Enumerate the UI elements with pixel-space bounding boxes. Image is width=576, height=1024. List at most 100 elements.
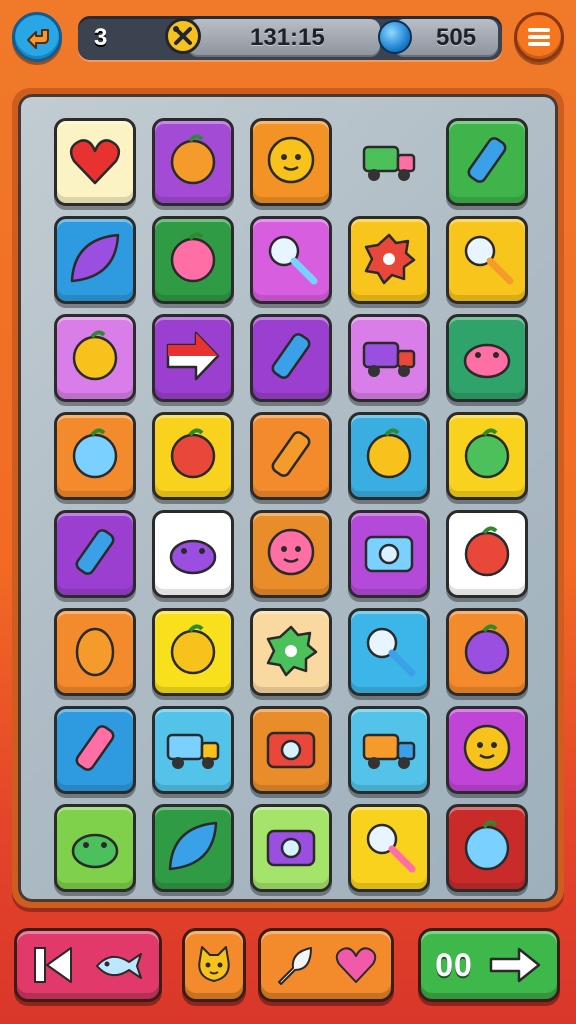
- tile[interactable]: [152, 804, 234, 892]
- powerups-button[interactable]: [258, 928, 394, 1002]
- fish-icon: [96, 953, 142, 979]
- tile[interactable]: [446, 412, 528, 500]
- purple-gear-icon: [260, 619, 322, 686]
- game-board: [18, 94, 558, 902]
- puppy-icon: [64, 815, 126, 882]
- tile[interactable]: [54, 118, 136, 206]
- magnifier-purple-icon: [260, 227, 322, 294]
- cat-face-icon: [198, 946, 230, 982]
- timer-text: 131:15: [250, 24, 325, 51]
- tile[interactable]: [446, 118, 528, 206]
- pink-photo-icon: [260, 717, 322, 784]
- tile[interactable]: [446, 804, 528, 892]
- tile[interactable]: [250, 706, 332, 794]
- tile[interactable]: [54, 608, 136, 696]
- purple-rattle-icon: [456, 227, 518, 294]
- heart-icon: [64, 129, 126, 196]
- green-frog-icon: [162, 521, 224, 588]
- red-arrow-flag-icon: [162, 325, 224, 392]
- tile[interactable]: [446, 314, 528, 402]
- tile[interactable]: [250, 510, 332, 598]
- status-bar: 3 131:15 505: [78, 16, 502, 60]
- board-frame: [12, 88, 564, 908]
- tile[interactable]: [152, 706, 234, 794]
- pink-heart-icon: [335, 947, 377, 983]
- red-apple-icon: [456, 619, 518, 686]
- tile[interactable]: [348, 118, 430, 206]
- yellow-crayon-icon: [456, 129, 518, 196]
- banana-icon: [162, 815, 224, 882]
- tile[interactable]: [54, 412, 136, 500]
- top-hud: 3 131:15 505: [0, 0, 576, 80]
- red-truck-icon: [358, 129, 420, 196]
- tile[interactable]: [152, 216, 234, 304]
- rewind-button[interactable]: [14, 928, 162, 1002]
- camper-van-icon: [358, 325, 420, 392]
- back-arrow-icon: [27, 29, 49, 49]
- tile[interactable]: [152, 510, 234, 598]
- tile[interactable]: [152, 314, 234, 402]
- green-leaf-icon: [64, 227, 126, 294]
- next-label: 00: [435, 946, 473, 983]
- blue-eye-icon: [162, 619, 224, 686]
- tile[interactable]: [54, 804, 136, 892]
- tile[interactable]: [348, 804, 430, 892]
- tile[interactable]: [250, 118, 332, 206]
- tomato-icon: [456, 521, 518, 588]
- yellow-truck-icon: [358, 717, 420, 784]
- tile[interactable]: [250, 804, 332, 892]
- radio-icon: [358, 521, 420, 588]
- yellow-brush-icon: [358, 423, 420, 490]
- hint-button[interactable]: [182, 928, 246, 1002]
- tile[interactable]: [250, 314, 332, 402]
- green-blob-icon: [358, 227, 420, 294]
- hamburger-menu-icon: [528, 28, 550, 46]
- coconut-icon: [64, 325, 126, 392]
- tile[interactable]: [348, 314, 430, 402]
- cherry-icon: [162, 227, 224, 294]
- menu-button[interactable]: [514, 12, 564, 62]
- tile[interactable]: [446, 706, 528, 794]
- tile[interactable]: [348, 608, 430, 696]
- magnifying-glass-icon: [358, 619, 420, 686]
- tile[interactable]: [348, 510, 430, 598]
- purple-key-icon: [358, 815, 420, 882]
- rewind-icon: [34, 947, 72, 983]
- red-pacifier-icon: [64, 423, 126, 490]
- blue-crayon-icon: [64, 521, 126, 588]
- orange-ball-icon: [456, 423, 518, 490]
- tile[interactable]: [348, 216, 430, 304]
- blue-gem-icon: [378, 20, 412, 54]
- tile[interactable]: [446, 216, 528, 304]
- tile[interactable]: [446, 510, 528, 598]
- coin-count: 505: [436, 24, 477, 51]
- egg-icon: [64, 619, 126, 686]
- tile[interactable]: [348, 706, 430, 794]
- tile[interactable]: [250, 216, 332, 304]
- back-button[interactable]: [12, 12, 62, 62]
- green-creature-icon: [456, 325, 518, 392]
- right-arrow-icon: [489, 947, 541, 983]
- green-smiley-icon: [260, 521, 322, 588]
- tools-icon: [165, 18, 201, 54]
- tile[interactable]: [54, 314, 136, 402]
- level-number: 3: [94, 24, 108, 51]
- water-bottle-icon: [260, 325, 322, 392]
- purple-ball-icon: [456, 815, 518, 882]
- tile[interactable]: [54, 510, 136, 598]
- tile[interactable]: [250, 412, 332, 500]
- tile[interactable]: [250, 608, 332, 696]
- tile[interactable]: [152, 608, 234, 696]
- tile[interactable]: [152, 118, 234, 206]
- tile[interactable]: [446, 608, 528, 696]
- bottom-toolbar: 00: [0, 920, 576, 1024]
- feather-icon: [278, 947, 312, 985]
- tile[interactable]: [152, 412, 234, 500]
- blue-bottle-icon: [260, 423, 322, 490]
- green-tube-icon: [64, 717, 126, 784]
- sun-face-icon: [456, 717, 518, 784]
- tile[interactable]: [54, 706, 136, 794]
- next-button[interactable]: 00: [418, 928, 560, 1002]
- tile[interactable]: [348, 412, 430, 500]
- tile[interactable]: [54, 216, 136, 304]
